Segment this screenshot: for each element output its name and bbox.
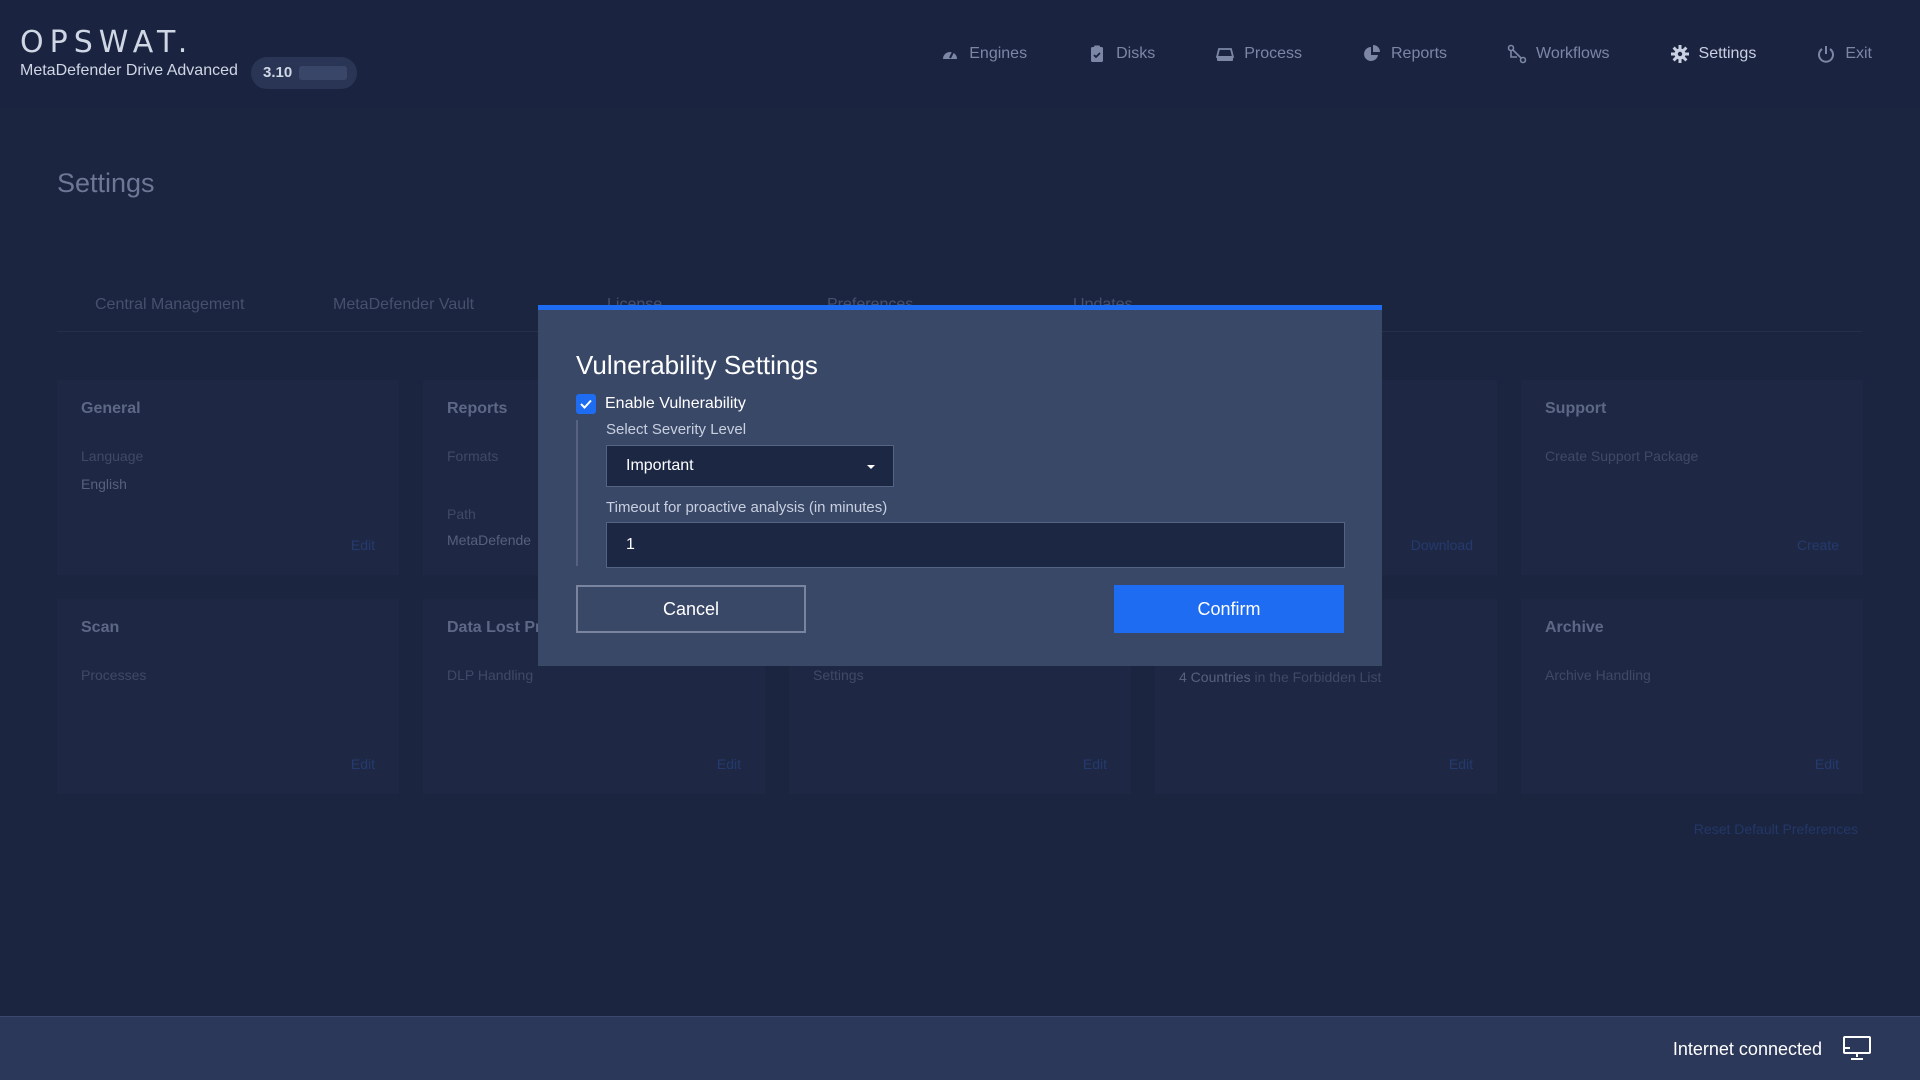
edit-link[interactable]: Edit (1083, 756, 1107, 772)
tab-central-management[interactable]: Central Management (95, 296, 244, 314)
card-support: Support Create Support Package Create (1521, 380, 1863, 575)
card-title: Reports (447, 400, 508, 417)
main-nav: Engines Disks Process Reports Workflows … (880, 40, 1872, 68)
card-label: Formats (447, 448, 499, 464)
nav-exit[interactable]: Exit (1816, 40, 1872, 68)
dialog-title: Vulnerability Settings (576, 350, 818, 380)
confirm-button[interactable]: Confirm (1114, 585, 1344, 633)
nav-process-label: Process (1244, 45, 1302, 62)
nav-workflows-label: Workflows (1536, 45, 1610, 62)
power-icon (1818, 46, 1835, 63)
chevron-down-icon (867, 465, 875, 469)
card-label: Create Support Package (1545, 448, 1699, 464)
product-name: MetaDefender Drive Advanced (20, 62, 238, 79)
nav-settings[interactable]: Settings (1670, 40, 1757, 68)
nav-process[interactable]: Process (1215, 40, 1302, 68)
tab-metadefender-vault[interactable]: MetaDefender Vault (333, 296, 474, 314)
app-header: OPSWAT. MetaDefender Drive Advanced 3.10… (0, 0, 1920, 108)
card-title: Data Lost Pr (447, 619, 542, 636)
enable-vulnerability-row[interactable]: Enable Vulnerability (576, 394, 746, 414)
card-label: Language (81, 448, 144, 464)
timeout-label: Timeout for proactive analysis (in minut… (606, 499, 888, 516)
timeout-input[interactable] (606, 522, 1345, 568)
download-link[interactable]: Download (1411, 537, 1473, 553)
edit-link[interactable]: Edit (1815, 756, 1839, 772)
country-count: 4 Countries (1179, 669, 1251, 685)
card-title: General (81, 400, 141, 417)
country-suffix: in the Forbidden List (1254, 669, 1382, 685)
clipboard-icon (1091, 45, 1104, 62)
status-bar: Internet connected (0, 1016, 1920, 1080)
monitor-network-icon (1843, 1036, 1871, 1060)
check-icon (580, 399, 592, 409)
indent-divider (576, 420, 578, 566)
vulnerability-settings-dialog: Vulnerability Settings Enable Vulnerabil… (538, 305, 1382, 666)
card-value: MetaDefende (447, 532, 532, 548)
reset-default-preferences-link[interactable]: Reset Default Preferences (1694, 821, 1858, 837)
version-number: 3.10 (263, 64, 293, 81)
opswat-logo: OPSWAT. (20, 25, 194, 60)
nav-reports[interactable]: Reports (1362, 40, 1447, 68)
nav-exit-label: Exit (1845, 45, 1872, 62)
gear-icon (1670, 45, 1689, 63)
nav-disks[interactable]: Disks (1087, 40, 1155, 68)
cancel-button[interactable]: Cancel (576, 585, 806, 633)
severity-select[interactable]: Important (606, 445, 894, 487)
severity-label: Select Severity Level (606, 421, 747, 438)
card-title: Archive (1545, 619, 1604, 636)
enable-vulnerability-checkbox[interactable] (576, 394, 596, 414)
brand: OPSWAT. MetaDefender Drive Advanced (20, 26, 238, 80)
card-label: DLP Handling (447, 667, 534, 683)
card-label: Archive Handling (1545, 667, 1651, 683)
severity-value: Important (626, 457, 694, 474)
workflow-icon (1507, 44, 1527, 64)
card-label: Path (447, 506, 476, 522)
nav-reports-label: Reports (1390, 45, 1448, 62)
card-archive: Archive Archive Handling Edit (1521, 599, 1863, 794)
version-badge: 3.10 (251, 57, 357, 89)
card-label: 4 Countries in the Forbidden List (1179, 669, 1381, 685)
connection-status: Internet connected (1672, 1039, 1822, 1059)
card-title: Support (1545, 400, 1607, 417)
card-value: English (81, 476, 127, 492)
edit-link[interactable]: Edit (351, 537, 375, 553)
nav-engines-label: Engines (969, 45, 1028, 62)
pie-chart-icon (1364, 45, 1380, 61)
edit-link[interactable]: Edit (717, 756, 741, 772)
drive-icon (1216, 48, 1235, 61)
nav-settings-label: Settings (1698, 45, 1757, 62)
gauge-icon (943, 51, 958, 59)
edit-link[interactable]: Edit (1449, 756, 1473, 772)
nav-disks-label: Disks (1116, 45, 1156, 62)
enable-vulnerability-label: Enable Vulnerability (605, 395, 746, 412)
page-title: Settings (57, 168, 155, 198)
nav-workflows[interactable]: Workflows (1507, 40, 1610, 68)
card-title: Scan (81, 619, 120, 636)
card-general: General Language English Edit (57, 380, 399, 575)
card-label: Processes (81, 667, 147, 683)
version-build-redacted (299, 66, 347, 80)
create-link[interactable]: Create (1797, 537, 1839, 553)
edit-link[interactable]: Edit (351, 756, 375, 772)
card-scan: Scan Processes Edit (57, 599, 399, 794)
nav-engines[interactable]: Engines (940, 40, 1027, 68)
card-label: Settings (813, 667, 864, 683)
